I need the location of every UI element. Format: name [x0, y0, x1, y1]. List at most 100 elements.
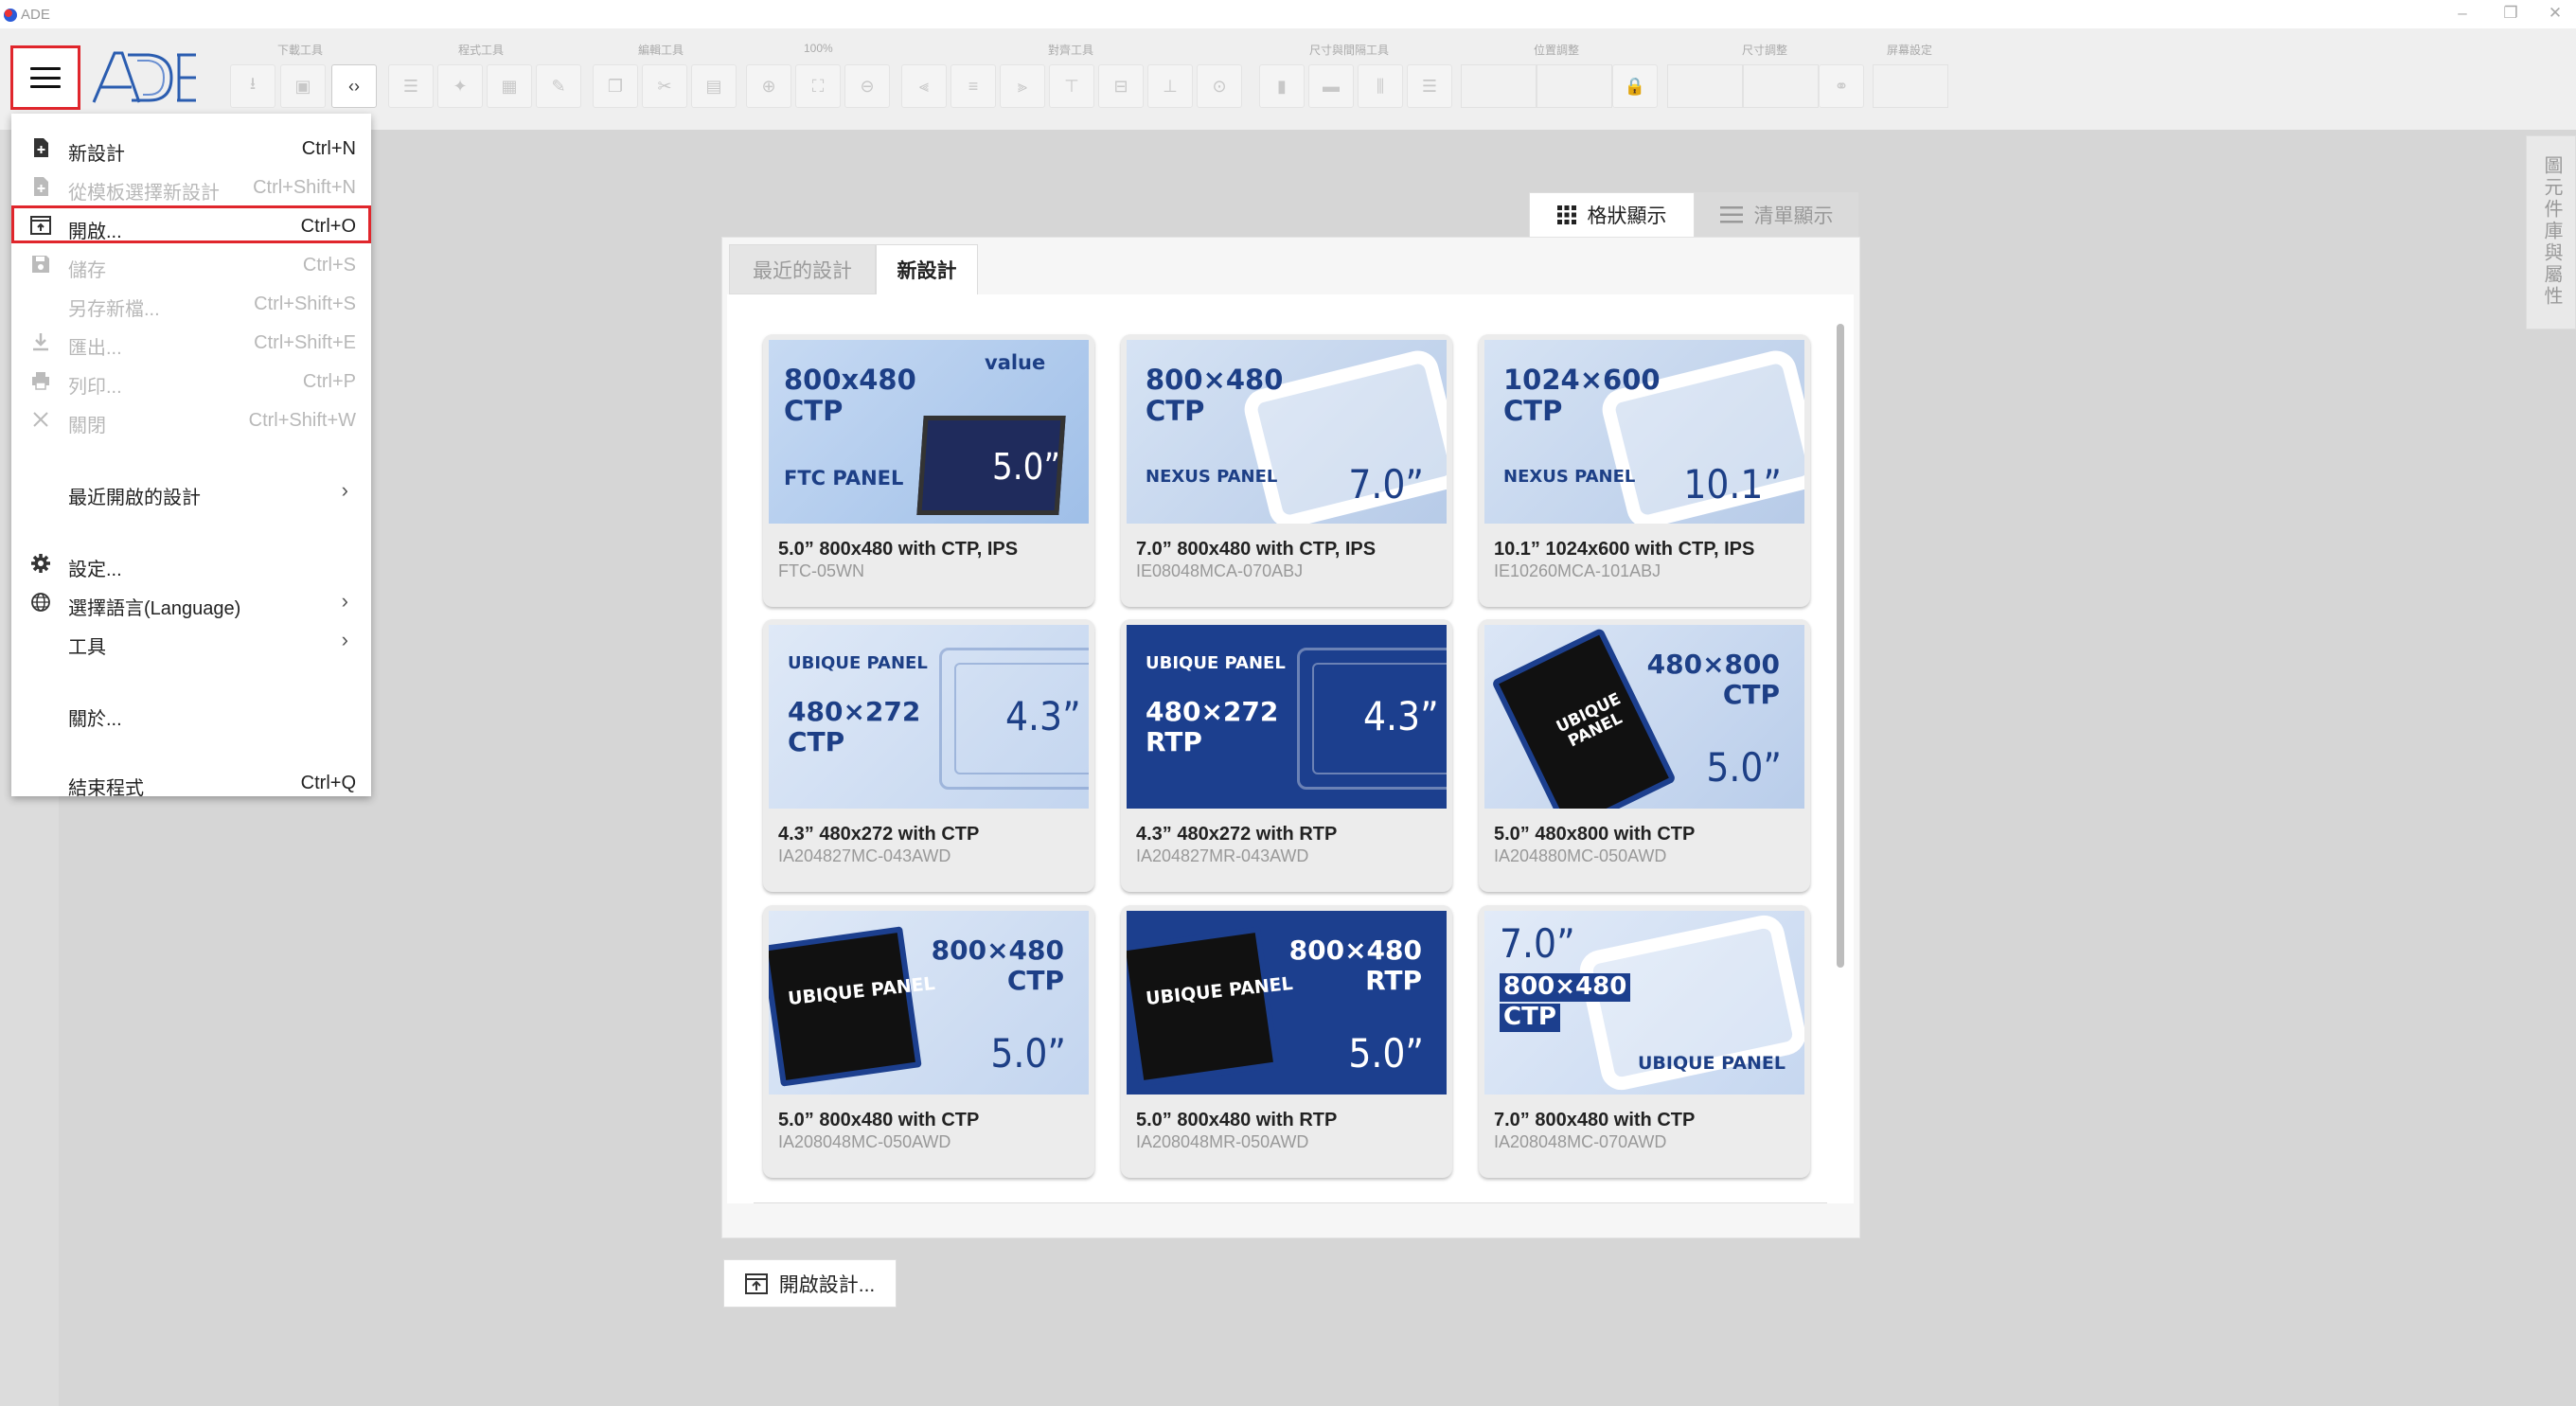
- tool-icon[interactable]: ☰: [388, 64, 434, 108]
- close-window-button[interactable]: ✕: [2541, 4, 2569, 23]
- menu-item[interactable]: 關閉 Ctrl+Shift+W: [11, 400, 371, 437]
- menu-item[interactable]: 匯出... Ctrl+Shift+E: [11, 322, 371, 360]
- menu-item[interactable]: 設定...: [11, 543, 371, 581]
- menu-item-label: 新設計: [68, 144, 125, 165]
- gear-icon: [30, 553, 51, 574]
- align-right-icon[interactable]: ⫸: [1000, 64, 1045, 108]
- grid-icon[interactable]: ▦: [487, 64, 532, 108]
- panel-thumbnail: UBIQUE PANEL 800×480 RTP 5.0”: [1127, 911, 1447, 1095]
- card-model-number: IA204827MC-043AWD: [778, 846, 951, 865]
- right-side-panel-tab[interactable]: 圖元件庫與屬性: [2526, 135, 2576, 329]
- main-toolbar: 下載工具 程式工具 編輯工具 100% 對齊工具 尺寸與間隔工具 位置調整 尺寸…: [0, 28, 2576, 130]
- menu-item[interactable]: 關於...: [11, 693, 371, 731]
- menu-item[interactable]: 儲存 Ctrl+S: [11, 244, 371, 282]
- card-title: 7.0” 800x480 with CTP: [1494, 1110, 1696, 1130]
- menu-item[interactable]: 結束程式 Ctrl+Q: [11, 762, 371, 800]
- grid-scrollbar[interactable]: [1837, 324, 1844, 968]
- fit-icon[interactable]: ⛶: [795, 64, 841, 108]
- align-left-icon[interactable]: ⫷: [901, 64, 947, 108]
- brand-label: UBIQUE PANEL: [1637, 1053, 1785, 1074]
- menu-item-label: 最近開啟的設計: [68, 488, 201, 508]
- center-icon[interactable]: ⊙: [1197, 64, 1242, 108]
- card-title: 5.0” 480x800 with CTP: [1494, 824, 1696, 845]
- template-card[interactable]: UBIQUE PANEL 480×272 CTP 4.3” 4.3” 480x272 w…: [763, 619, 1094, 892]
- template-card[interactable]: 800x480 CTP FTC PANEL value 5.0” 5.0” 800x480…: [763, 334, 1094, 607]
- toolbar-group-label: 程式工具: [458, 44, 505, 57]
- open-design-label: 開啟設計...: [778, 1273, 876, 1296]
- position-y-field[interactable]: [1537, 64, 1612, 108]
- download-icon[interactable]: ⭳: [230, 64, 275, 108]
- menu-item[interactable]: 另存新檔... Ctrl+Shift+S: [11, 283, 371, 321]
- menu-item[interactable]: 列印... Ctrl+P: [11, 361, 371, 399]
- card-model-number: IA208048MC-070AWD: [1494, 1132, 1667, 1151]
- align-center-icon[interactable]: ≡: [950, 64, 996, 108]
- paste-icon[interactable]: ▤: [691, 64, 737, 108]
- resolution-label: 800×480: [1288, 934, 1422, 966]
- size-label: 5.0”: [1348, 1030, 1424, 1077]
- card-model-number: IA208048MR-050AWD: [1136, 1132, 1309, 1151]
- size-label: 5.0”: [1706, 744, 1782, 791]
- list-view-button[interactable]: 清單顯示: [1695, 192, 1858, 238]
- h-spacing-icon[interactable]: ⫼: [1358, 64, 1403, 108]
- menu-item-shortcut: Ctrl+Shift+W: [248, 410, 356, 431]
- grid-view-button[interactable]: 格狀顯示: [1529, 192, 1695, 238]
- template-card[interactable]: 800×480 CTP NEXUS PANEL 7.0” 7.0” 800x480 wi…: [1121, 334, 1452, 607]
- toolbar-group-label: 尺寸與間隔工具: [1309, 44, 1390, 57]
- position-x-field[interactable]: [1461, 64, 1537, 108]
- align-bottom-icon[interactable]: ⊥: [1147, 64, 1193, 108]
- restore-button[interactable]: ❐: [2496, 4, 2525, 23]
- zoom-out-icon[interactable]: ⊖: [844, 64, 890, 108]
- new-file-icon: [30, 137, 51, 158]
- panel-thumbnail: 7.0” 800×480 CTP UBIQUE PANEL: [1484, 911, 1804, 1095]
- menu-item[interactable]: 選擇語言(Language) ›: [11, 582, 371, 620]
- puzzle-icon[interactable]: ✦: [437, 64, 483, 108]
- menu-item[interactable]: 工具 ›: [11, 621, 371, 659]
- menu-icon: [30, 67, 61, 88]
- template-card[interactable]: UBIQUE PANEL 800×480 CTP 5.0” 5.0” 800x480 w…: [763, 905, 1094, 1178]
- height-field[interactable]: [1743, 64, 1819, 108]
- list-view-label: 清單顯示: [1753, 205, 1834, 227]
- same-height-icon[interactable]: ▬: [1308, 64, 1354, 108]
- menu-item-label: 設定...: [68, 560, 122, 580]
- wrench-icon[interactable]: ✎: [536, 64, 581, 108]
- card-title: 5.0” 800x480 with RTP: [1136, 1110, 1338, 1130]
- template-card[interactable]: 1024×600 CTP NEXUS PANEL 10.1” 10.1” 1024x60…: [1479, 334, 1810, 607]
- device-icon[interactable]: ▣: [280, 64, 326, 108]
- width-field[interactable]: [1667, 64, 1743, 108]
- menu-item[interactable]: 最近開啟的設計 ›: [11, 472, 371, 509]
- card-model-number: IE10260MCA-101ABJ: [1494, 561, 1661, 580]
- menu-item-label: 工具: [68, 637, 106, 658]
- copy-icon[interactable]: ❐: [593, 64, 638, 108]
- card-title: 7.0” 800x480 with CTP, IPS: [1136, 539, 1377, 560]
- card-title: 5.0” 800x480 with CTP, IPS: [778, 539, 1019, 560]
- template-card[interactable]: UBIQUE PANEL 480×272 RTP 4.3” 4.3” 480x272 w…: [1121, 619, 1452, 892]
- cut-icon[interactable]: ✂: [642, 64, 687, 108]
- template-card[interactable]: UBIQUE PANEL 800×480 RTP 5.0” 5.0” 800x480 w…: [1121, 905, 1452, 1178]
- template-card[interactable]: UBIQUE PANEL 480×800 CTP 5.0” 5.0” 480x800 w…: [1479, 619, 1810, 892]
- screen-setting-field[interactable]: [1873, 64, 1948, 108]
- panel-thumbnail: 800x480 CTP FTC PANEL value 5.0”: [769, 340, 1089, 524]
- brand-label: UBIQUE PANEL: [1146, 653, 1286, 673]
- menu-item[interactable]: 從模板選擇新設計 Ctrl+Shift+N: [11, 167, 371, 205]
- open-design-button[interactable]: 開啟設計...: [723, 1259, 897, 1308]
- resolution-label: 800x480: [784, 364, 916, 396]
- menu-item[interactable]: 新設計 Ctrl+N: [11, 128, 371, 166]
- lock-icon[interactable]: 🔒: [1612, 64, 1658, 108]
- zoom-in-icon[interactable]: ⊕: [746, 64, 791, 108]
- align-top-icon[interactable]: ⊤: [1049, 64, 1094, 108]
- hamburger-menu-button[interactable]: [10, 45, 80, 110]
- same-width-icon[interactable]: ▮: [1259, 64, 1305, 108]
- link-icon[interactable]: ⚭: [1819, 64, 1864, 108]
- tab-new-design[interactable]: 新設計: [876, 244, 978, 294]
- menu-item[interactable]: 開啟... Ctrl+O: [11, 205, 371, 243]
- tab-recent-designs[interactable]: 最近的設計: [729, 244, 876, 294]
- code-icon[interactable]: ‹›: [331, 64, 377, 108]
- panel-thumbnail: UBIQUE PANEL 480×272 CTP 4.3”: [769, 625, 1089, 809]
- template-card[interactable]: 7.0” 800×480 CTP UBIQUE PANEL 7.0” 800x480 w…: [1479, 905, 1810, 1178]
- align-middle-icon[interactable]: ⊟: [1098, 64, 1144, 108]
- v-spacing-icon[interactable]: ☰: [1407, 64, 1452, 108]
- card-title: 5.0” 800x480 with CTP: [778, 1110, 980, 1130]
- menu-item-label: 關於...: [68, 709, 122, 730]
- minimize-button[interactable]: –: [2448, 4, 2477, 23]
- touch-type-label: RTP: [1365, 965, 1422, 997]
